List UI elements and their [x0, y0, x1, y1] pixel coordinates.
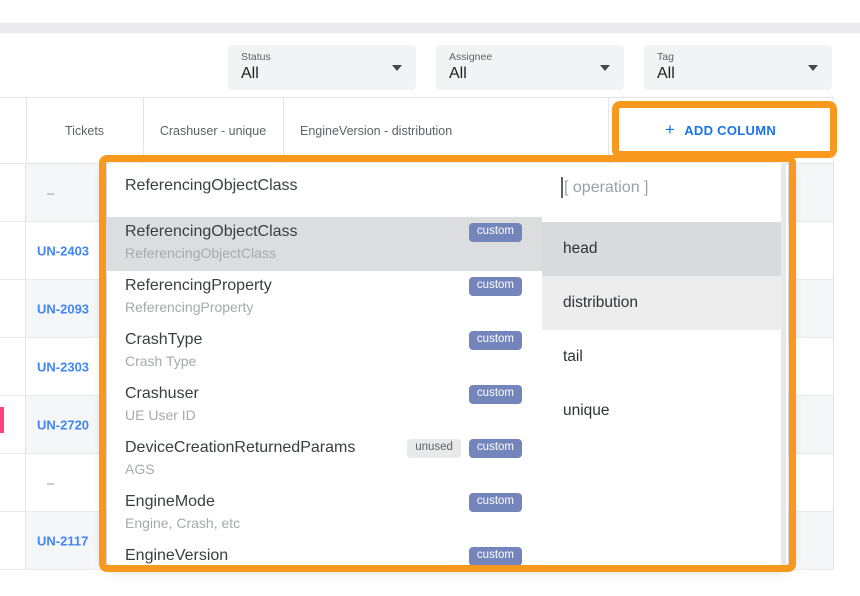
field-name: EngineVersion [125, 547, 228, 565]
operation-pane: head distribution tail unique [542, 163, 781, 565]
ticket-link[interactable]: UN-2303 [37, 359, 89, 374]
field-option-referencingobjectclass[interactable]: ReferencingObjectClass custom Referencin… [107, 217, 542, 271]
operation-input[interactable] [564, 179, 754, 197]
column-header-tickets: Tickets [26, 98, 143, 163]
ticket-link[interactable]: UN-2720 [37, 417, 89, 432]
row-select-cell[interactable] [0, 512, 26, 569]
assignee-filter-dropdown[interactable]: Assignee All [436, 45, 624, 90]
filter-value: All [449, 65, 467, 83]
add-column-button[interactable]: + ADD COLUMN [608, 98, 833, 163]
custom-badge: custom [469, 277, 522, 296]
column-divider [26, 98, 27, 163]
custom-badge: custom [469, 493, 522, 512]
column-divider [608, 98, 609, 163]
field-name: CrashType [125, 331, 202, 349]
add-column-popup: ReferencingObjectClass custom Referencin… [107, 163, 788, 565]
field-name: EngineMode [125, 493, 215, 511]
operation-option-distribution[interactable]: distribution [542, 276, 781, 330]
table-header: Tickets Crashuser - unique EngineVersion… [0, 97, 833, 164]
filter-label: Tag [657, 51, 674, 63]
status-filter-dropdown[interactable]: Status All [228, 45, 416, 90]
row-select-cell[interactable] [0, 164, 26, 221]
chevron-down-icon [600, 65, 610, 71]
field-description: UE User ID [125, 407, 522, 423]
ticket-cell-empty: – [47, 475, 54, 490]
custom-badge: custom [469, 439, 522, 458]
field-option-crashtype[interactable]: CrashType custom Crash Type [107, 325, 542, 379]
top-divider-strip [0, 23, 860, 33]
field-description: ReferencingObjectClass [125, 245, 522, 261]
row-select-cell[interactable] [0, 454, 26, 511]
unused-badge: unused [407, 439, 461, 458]
add-column-label: ADD COLUMN [684, 123, 776, 138]
field-description: ReferencingProperty [125, 299, 522, 315]
ticket-link[interactable]: UN-2117 [37, 533, 88, 548]
custom-badge: custom [469, 331, 522, 350]
column-divider [283, 98, 284, 163]
tag-filter-dropdown[interactable]: Tag All [644, 45, 832, 90]
field-list-pane: ReferencingObjectClass custom Referencin… [107, 163, 542, 565]
row-highlight-marker [0, 407, 4, 433]
custom-badge: custom [469, 223, 522, 242]
text-cursor [561, 177, 563, 198]
field-description: Crash Type [125, 353, 522, 369]
field-option-devicecreationreturnedparams[interactable]: DeviceCreationReturnedParams unused cust… [107, 433, 542, 487]
field-option-engineversion[interactable]: EngineVersion custom [107, 541, 542, 565]
filter-value: All [657, 65, 675, 83]
filter-label: Status [241, 51, 271, 63]
operation-option-unique[interactable]: unique [542, 384, 781, 438]
field-name: Crashuser [125, 385, 199, 403]
row-select-cell[interactable] [0, 280, 26, 337]
chevron-down-icon [808, 65, 818, 71]
operation-option-head[interactable]: head [542, 222, 781, 276]
column-header-engineversion: EngineVersion - distribution [283, 98, 608, 163]
field-name: ReferencingObjectClass [125, 223, 298, 241]
ticket-cell-empty: – [47, 185, 54, 200]
column-header-crashuser: Crashuser - unique [143, 98, 283, 163]
table-right-border [833, 97, 834, 570]
tickets-page: Status All Assignee All Tag All Tickets … [0, 0, 860, 596]
column-divider [143, 98, 144, 163]
chevron-down-icon [392, 65, 402, 71]
row-select-cell[interactable] [0, 222, 26, 279]
custom-badge: custom [469, 385, 522, 404]
filter-value: All [241, 65, 259, 83]
row-select-cell[interactable] [0, 338, 26, 395]
field-description: AGS [125, 461, 522, 477]
plus-icon: + [665, 120, 675, 140]
operation-option-tail[interactable]: tail [542, 330, 781, 384]
field-name: ReferencingProperty [125, 277, 272, 295]
ticket-link[interactable]: UN-2093 [37, 301, 89, 316]
field-option-enginemode[interactable]: EngineMode custom Engine, Crash, etc [107, 487, 542, 541]
field-search-input[interactable] [125, 177, 515, 195]
ticket-link[interactable]: UN-2403 [37, 243, 89, 258]
field-option-referencingproperty[interactable]: ReferencingProperty custom ReferencingPr… [107, 271, 542, 325]
field-name: DeviceCreationReturnedParams [125, 439, 355, 457]
popup-scrollbar[interactable] [781, 163, 786, 565]
field-option-crashuser[interactable]: Crashuser custom UE User ID [107, 379, 542, 433]
filter-label: Assignee [449, 51, 492, 63]
custom-badge: custom [469, 547, 522, 565]
field-description: Engine, Crash, etc [125, 515, 522, 531]
